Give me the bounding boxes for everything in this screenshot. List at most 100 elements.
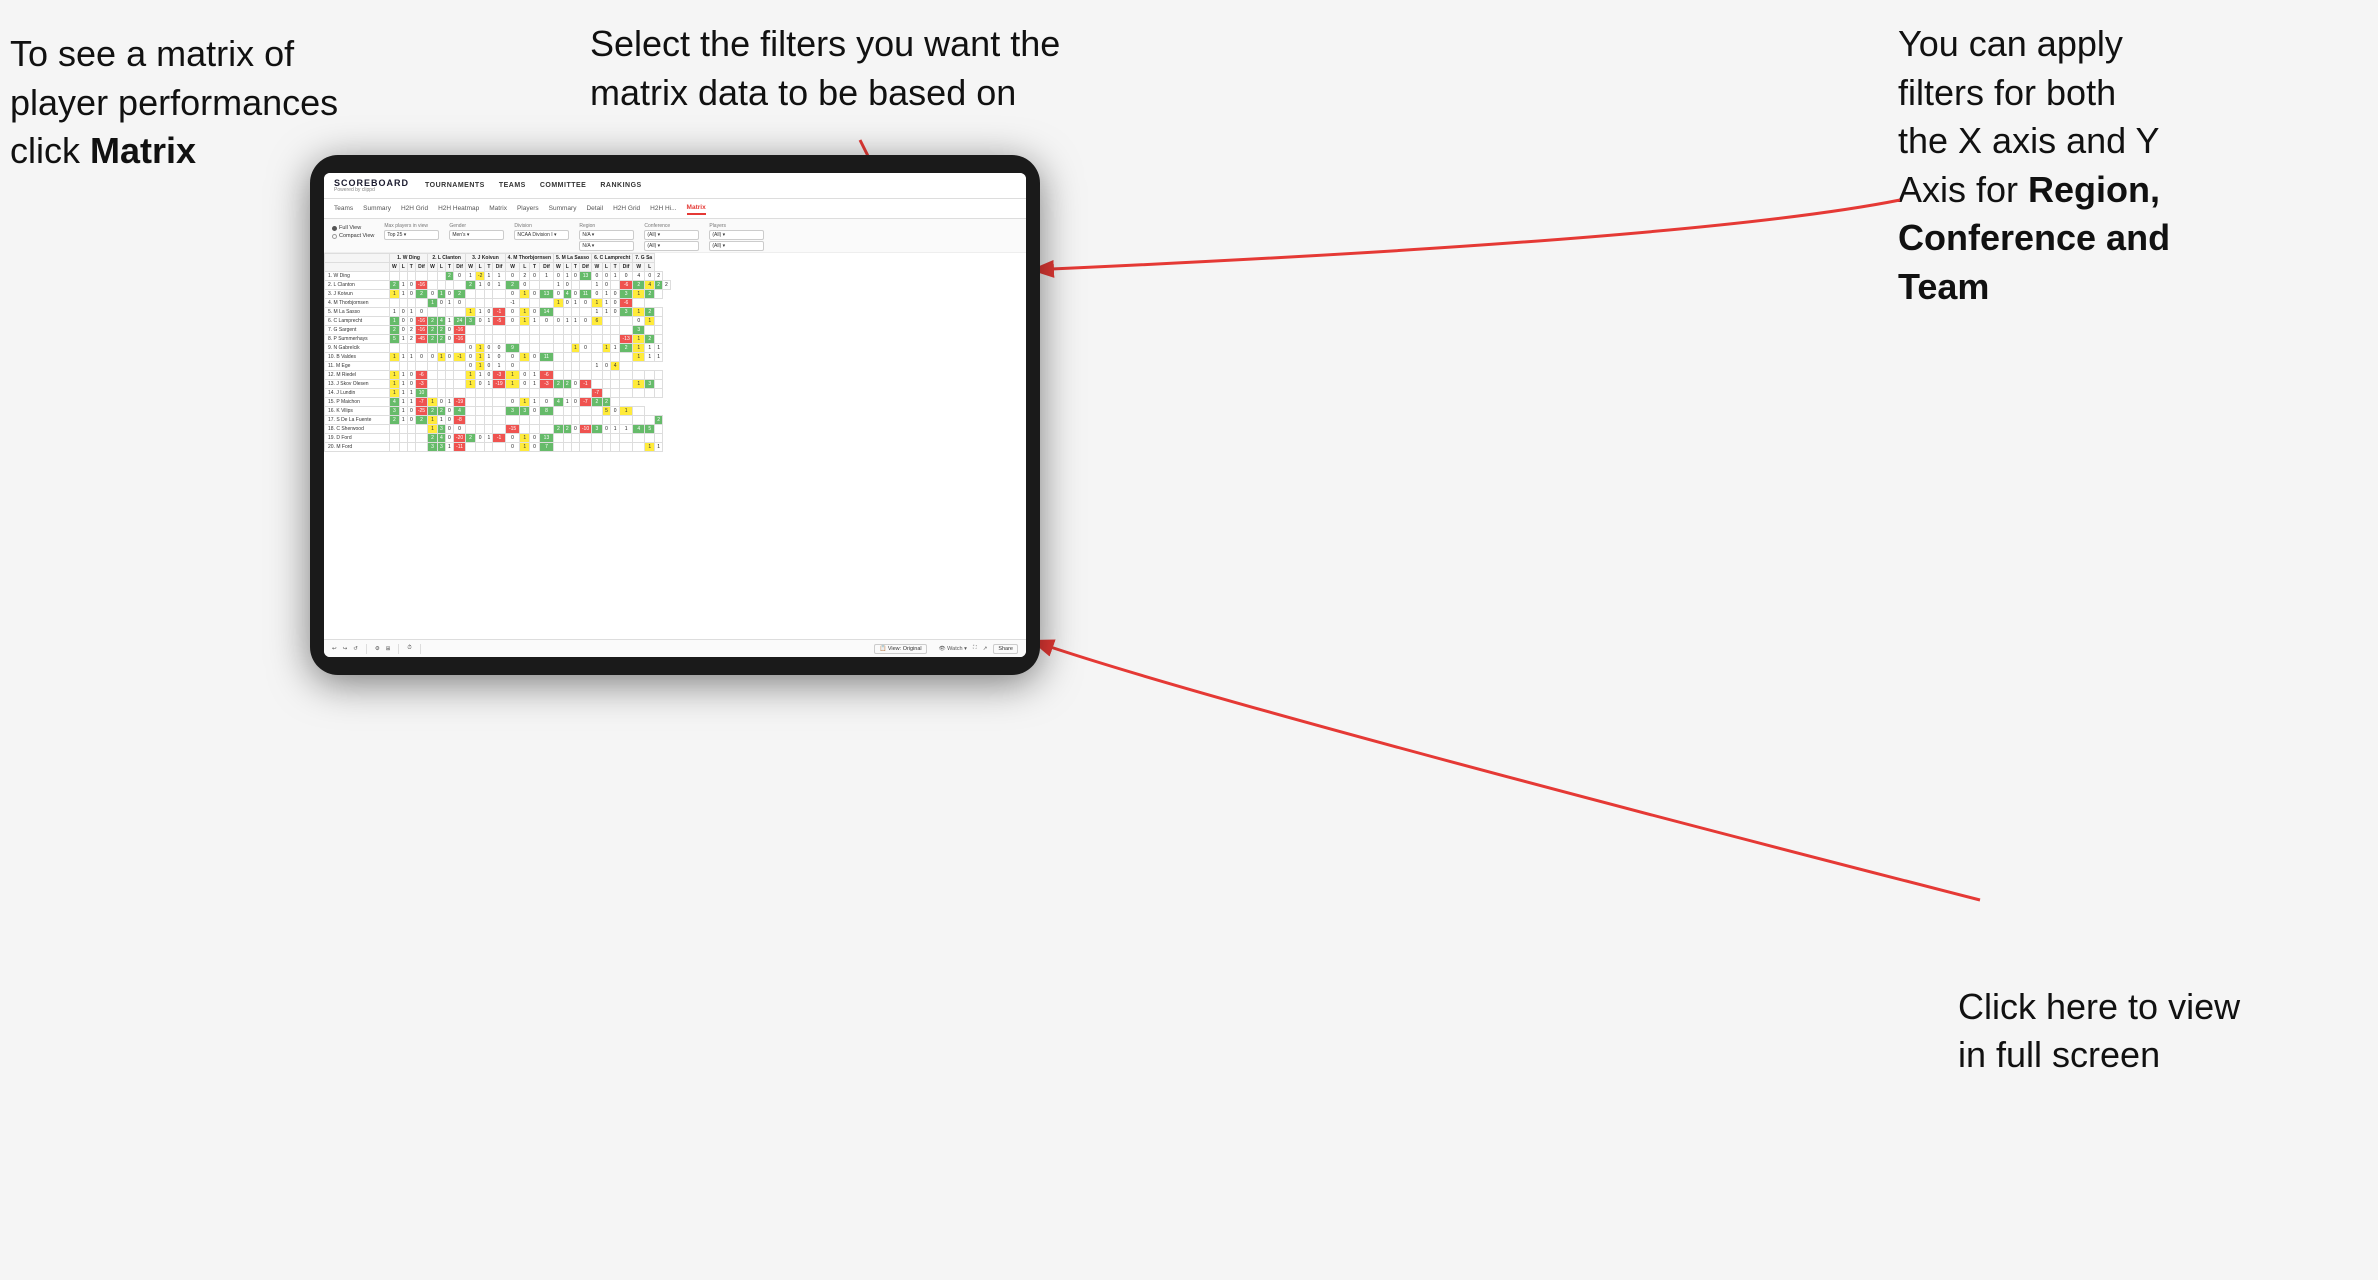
matrix-cell[interactable]: [475, 299, 484, 308]
matrix-cell[interactable]: [611, 398, 620, 407]
matrix-cell[interactable]: 1: [485, 380, 493, 389]
matrix-cell[interactable]: 3: [592, 425, 603, 434]
matrix-cell[interactable]: 2: [645, 290, 655, 299]
matrix-cell[interactable]: 0: [407, 281, 415, 290]
matrix-cell[interactable]: 1: [530, 317, 540, 326]
matrix-cell[interactable]: -8: [453, 416, 465, 425]
matrix-cell[interactable]: [485, 290, 493, 299]
matrix-cell[interactable]: 1: [592, 299, 603, 308]
matrix-cell[interactable]: [579, 434, 591, 443]
matrix-cell[interactable]: [445, 281, 453, 290]
matrix-cell[interactable]: 1: [466, 380, 476, 389]
matrix-cell[interactable]: [611, 443, 620, 452]
matrix-cell[interactable]: [633, 434, 645, 443]
matrix-cell[interactable]: [493, 416, 505, 425]
matrix-cell[interactable]: 2: [390, 326, 400, 335]
matrix-cell[interactable]: [563, 371, 571, 380]
matrix-cell[interactable]: 0: [407, 416, 415, 425]
matrix-cell[interactable]: [530, 362, 540, 371]
matrix-cell[interactable]: [437, 281, 445, 290]
matrix-cell[interactable]: 0: [485, 308, 493, 317]
matrix-cell[interactable]: [493, 290, 505, 299]
matrix-cell[interactable]: 4: [390, 398, 400, 407]
matrix-cell[interactable]: [466, 443, 476, 452]
matrix-cell[interactable]: 0: [505, 290, 520, 299]
matrix-cell[interactable]: 0: [520, 380, 530, 389]
matrix-cell[interactable]: -16: [415, 326, 427, 335]
matrix-cell[interactable]: -25: [415, 407, 427, 416]
matrix-cell[interactable]: 0: [505, 362, 520, 371]
matrix-cell[interactable]: [633, 416, 645, 425]
matrix-cell[interactable]: [539, 416, 553, 425]
matrix-cell[interactable]: [485, 335, 493, 344]
matrix-cell[interactable]: 1: [445, 317, 453, 326]
matrix-cell[interactable]: 1: [645, 344, 655, 353]
matrix-cell[interactable]: [428, 380, 438, 389]
matrix-cell[interactable]: -6: [620, 281, 633, 290]
share-icon-btn[interactable]: ↗: [983, 646, 988, 652]
matrix-cell[interactable]: 1: [645, 443, 655, 452]
matrix-cell[interactable]: 3: [620, 308, 633, 317]
matrix-cell[interactable]: 2: [428, 407, 438, 416]
matrix-cell[interactable]: [466, 425, 476, 434]
matrix-cell[interactable]: 1: [399, 407, 407, 416]
matrix-cell[interactable]: [633, 407, 645, 416]
matrix-cell[interactable]: -6: [415, 371, 427, 380]
matrix-cell[interactable]: [579, 281, 591, 290]
matrix-cell[interactable]: 1: [645, 353, 655, 362]
matrix-cell[interactable]: 3: [437, 443, 445, 452]
matrix-cell[interactable]: 3: [633, 326, 645, 335]
matrix-cell[interactable]: [579, 335, 591, 344]
matrix-cell[interactable]: 14: [539, 308, 553, 317]
matrix-cell[interactable]: [390, 344, 400, 353]
matrix-cell[interactable]: 0: [554, 290, 564, 299]
matrix-cell[interactable]: [563, 353, 571, 362]
matrix-cell[interactable]: [475, 416, 484, 425]
matrix-cell[interactable]: 1: [530, 398, 540, 407]
matrix-cell[interactable]: 13: [539, 434, 553, 443]
matrix-cell[interactable]: 3: [437, 425, 445, 434]
matrix-cell[interactable]: [505, 389, 520, 398]
matrix-cell[interactable]: [530, 299, 540, 308]
matrix-cell[interactable]: -10: [579, 425, 591, 434]
matrix-cell[interactable]: [645, 416, 655, 425]
matrix-cell[interactable]: [602, 326, 611, 335]
matrix-cell[interactable]: [453, 344, 465, 353]
matrix-container[interactable]: 1. W Ding 2. L Clanton 3. J Koivun 4. M …: [324, 253, 1026, 621]
matrix-cell[interactable]: [530, 425, 540, 434]
matrix-cell[interactable]: 1: [633, 308, 645, 317]
matrix-cell[interactable]: 0: [530, 308, 540, 317]
matrix-cell[interactable]: [592, 434, 603, 443]
matrix-cell[interactable]: -7: [592, 389, 603, 398]
matrix-cell[interactable]: [407, 434, 415, 443]
matrix-cell[interactable]: 1: [530, 371, 540, 380]
matrix-cell[interactable]: 0: [428, 353, 438, 362]
matrix-cell[interactable]: [390, 362, 400, 371]
grid-btn[interactable]: ⊞: [386, 646, 391, 652]
matrix-cell[interactable]: -1: [493, 308, 505, 317]
matrix-cell[interactable]: 1: [520, 290, 530, 299]
matrix-cell[interactable]: 1: [399, 380, 407, 389]
matrix-cell[interactable]: [592, 326, 603, 335]
matrix-cell[interactable]: 1: [390, 353, 400, 362]
matrix-cell[interactable]: [530, 344, 540, 353]
matrix-cell[interactable]: 2: [407, 335, 415, 344]
matrix-cell[interactable]: [571, 407, 579, 416]
matrix-cell[interactable]: [453, 380, 465, 389]
matrix-cell[interactable]: -13: [620, 335, 633, 344]
matrix-cell[interactable]: 1: [399, 353, 407, 362]
matrix-cell[interactable]: 0: [530, 290, 540, 299]
matrix-cell[interactable]: 24: [453, 317, 465, 326]
matrix-cell[interactable]: [475, 335, 484, 344]
matrix-cell[interactable]: 2: [655, 272, 663, 281]
matrix-cell[interactable]: 0: [571, 272, 579, 281]
matrix-cell[interactable]: 11: [539, 353, 553, 362]
matrix-cell[interactable]: 1: [520, 308, 530, 317]
matrix-cell[interactable]: 2: [592, 398, 603, 407]
matrix-cell[interactable]: 1: [633, 335, 645, 344]
matrix-cell[interactable]: [571, 362, 579, 371]
matrix-cell[interactable]: 0: [407, 290, 415, 299]
matrix-cell[interactable]: [407, 425, 415, 434]
matrix-cell[interactable]: [611, 281, 620, 290]
matrix-cell[interactable]: 1: [445, 443, 453, 452]
